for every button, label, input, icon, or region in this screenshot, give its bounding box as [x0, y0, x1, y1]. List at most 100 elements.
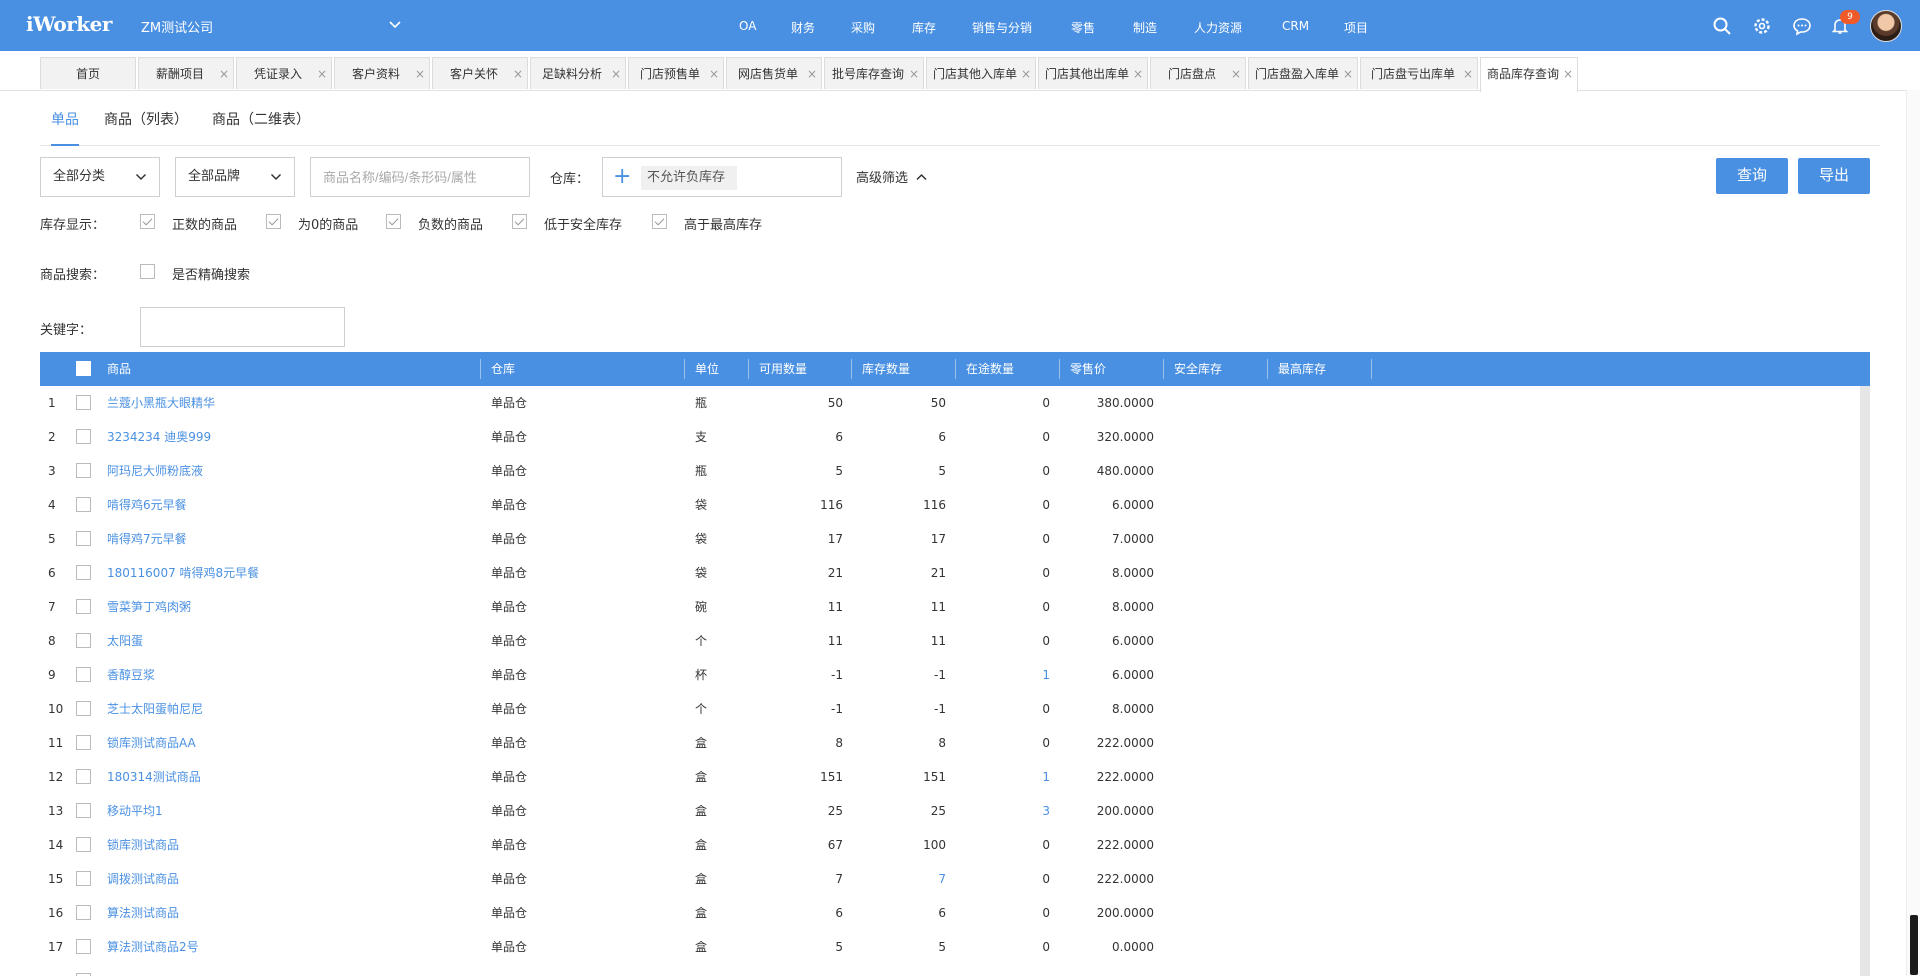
table-row[interactable]: 4 啃得鸡6元早餐 单品仓 袋 116 116 0 6.0000 [40, 488, 1860, 522]
tab-store-other-outbound[interactable]: 门店其他出库单 × [1038, 57, 1148, 89]
table-row[interactable]: 2 3234234 迪奥999 单品仓 支 6 6 0 320.0000 [40, 420, 1860, 454]
product-name-link[interactable]: 阿玛尼大师粉底液 [107, 454, 203, 488]
product-name-link[interactable]: 调拨测试商品 [107, 862, 179, 896]
table-row[interactable]: 1 兰蔻小黑瓶大眼精华 单品仓 瓶 50 50 0 380.0000 [40, 386, 1860, 420]
product-name-link[interactable]: 香醇豆浆 [107, 658, 155, 692]
close-icon[interactable]: × [1463, 58, 1473, 90]
close-icon[interactable]: × [1231, 58, 1241, 90]
keyword-input[interactable] [140, 307, 345, 347]
table-scrollbar[interactable] [1860, 386, 1870, 976]
nav-sales[interactable]: 销售与分销 [972, 19, 1032, 36]
close-icon[interactable]: × [1343, 58, 1353, 90]
table-row[interactable]: 6 180116007 啃得鸡8元早餐 单品仓 袋 21 21 0 8.0000 [40, 556, 1860, 590]
chat-icon[interactable] [1792, 16, 1812, 36]
tab-customer-care[interactable]: 客户关怀 × [432, 57, 528, 89]
product-name-link[interactable]: 兰蔻小黑瓶大眼精华 [107, 386, 215, 420]
close-icon[interactable]: × [415, 58, 425, 90]
table-row[interactable]: 15 调拨测试商品 单品仓 盒 7 7 0 222.0000 [40, 862, 1860, 896]
gear-icon[interactable] [1752, 16, 1772, 36]
col-retail-price[interactable]: 零售价 [1070, 352, 1106, 386]
row-checkbox[interactable] [76, 871, 91, 886]
tab-store-surplus-inbound[interactable]: 门店盘盈入库单 × [1248, 57, 1358, 89]
row-checkbox[interactable] [76, 735, 91, 750]
row-checkbox[interactable] [76, 531, 91, 546]
nav-project[interactable]: 项目 [1344, 19, 1368, 36]
product-name-link[interactable]: 太阳蛋 [107, 624, 143, 658]
tab-online-sales[interactable]: 网店售货单 × [726, 57, 822, 89]
close-icon[interactable]: × [1133, 58, 1143, 90]
row-checkbox[interactable] [76, 905, 91, 920]
tab-salary-items[interactable]: 薪酬项目 × [138, 57, 234, 89]
chevron-down-icon[interactable] [388, 18, 402, 32]
close-icon[interactable]: × [219, 58, 229, 90]
subtab-single-item[interactable]: 单品 [51, 110, 79, 146]
tab-shortage-analysis[interactable]: 足缺料分析 × [530, 57, 626, 89]
col-max-stock[interactable]: 最高库存 [1278, 352, 1326, 386]
tab-home[interactable]: 首页 [40, 57, 136, 89]
query-button[interactable]: 查询 [1716, 158, 1788, 194]
select-all-checkbox[interactable] [76, 361, 91, 376]
positive-stock-checkbox[interactable] [140, 214, 155, 229]
subtab-product-list[interactable]: 商品（列表） [104, 110, 188, 146]
row-checkbox[interactable] [76, 395, 91, 410]
row-checkbox[interactable] [76, 803, 91, 818]
category-select[interactable]: 全部分类 [40, 157, 160, 197]
tab-customer-info[interactable]: 客户资料 × [334, 57, 430, 89]
search-input[interactable] [310, 157, 530, 197]
page-scrollbar[interactable] [1906, 90, 1920, 976]
row-checkbox[interactable] [76, 599, 91, 614]
table-row[interactable]: 16 算法测试商品 单品仓 盒 6 6 0 200.0000 [40, 896, 1860, 930]
warehouse-field[interactable]: + 不允许负库存 [602, 157, 842, 197]
below-safety-checkbox[interactable] [512, 214, 527, 229]
product-name-link[interactable]: 180314测试商品 [107, 760, 201, 794]
avatar[interactable] [1870, 10, 1902, 42]
app-logo[interactable]: iWorker [26, 12, 112, 36]
row-checkbox[interactable] [76, 565, 91, 580]
nav-hr[interactable]: 人力资源 [1194, 19, 1242, 36]
table-row[interactable]: 11 锁库测试商品AA 单品仓 盒 8 8 0 222.0000 [40, 726, 1860, 760]
col-stock-qty[interactable]: 库存数量 [862, 352, 910, 386]
row-checkbox[interactable] [76, 667, 91, 682]
col-available-qty[interactable]: 可用数量 [759, 352, 807, 386]
col-warehouse[interactable]: 仓库 [491, 352, 515, 386]
tab-store-presale[interactable]: 门店预售单 × [628, 57, 724, 89]
row-checkbox[interactable] [76, 769, 91, 784]
close-icon[interactable]: × [513, 58, 523, 90]
tab-store-other-inbound[interactable]: 门店其他入库单 × [926, 57, 1036, 89]
tab-voucher-entry[interactable]: 凭证录入 × [236, 57, 332, 89]
transit-qty-link[interactable]: 3 [966, 794, 1050, 828]
product-name-link[interactable]: 移动平均1 [107, 794, 163, 828]
subtab-product-matrix[interactable]: 商品（二维表） [212, 110, 310, 146]
product-name-link[interactable]: 锁库测试商品AA [107, 726, 196, 760]
nav-retail[interactable]: 零售 [1071, 19, 1095, 36]
above-max-checkbox[interactable] [652, 214, 667, 229]
close-icon[interactable]: × [1563, 58, 1573, 90]
row-checkbox[interactable] [76, 429, 91, 444]
close-icon[interactable]: × [807, 58, 817, 90]
product-name-link[interactable]: 芝士太阳蛋帕尼尼 [107, 692, 203, 726]
nav-finance[interactable]: 财务 [791, 19, 815, 36]
col-unit[interactable]: 单位 [695, 352, 719, 386]
product-name-link[interactable]: 啃得鸡6元早餐 [107, 488, 187, 522]
brand-select[interactable]: 全部品牌 [175, 157, 295, 197]
product-name-link[interactable]: 3234234 迪奥999 [107, 420, 211, 454]
nav-crm[interactable]: CRM [1282, 19, 1309, 33]
table-row[interactable]: 14 锁库测试商品 单品仓 盒 67 100 0 222.0000 [40, 828, 1860, 862]
table-row[interactable]: 8 太阳蛋 单品仓 个 11 11 0 6.0000 [40, 624, 1860, 658]
tab-store-stocktake[interactable]: 门店盘点 × [1150, 57, 1246, 89]
nav-purchase[interactable]: 采购 [851, 19, 875, 36]
tab-store-loss-outbound[interactable]: 门店盘亏出库单 × [1360, 57, 1478, 89]
product-name-link[interactable]: 啃得鸡7元早餐 [107, 522, 187, 556]
close-icon[interactable]: × [909, 58, 919, 90]
nav-inventory[interactable]: 库存 [912, 19, 936, 36]
tab-product-stock-query[interactable]: 商品库存查询 × [1480, 57, 1578, 92]
col-product[interactable]: 商品 [107, 352, 131, 386]
zero-stock-checkbox[interactable] [266, 214, 281, 229]
row-checkbox[interactable] [76, 497, 91, 512]
table-row[interactable]: 12 180314测试商品 单品仓 盒 151 151 1 222.0000 [40, 760, 1860, 794]
table-row-partial[interactable] [40, 964, 1860, 976]
advanced-filter-toggle[interactable]: 高级筛选 [856, 167, 927, 186]
nav-oa[interactable]: OA [739, 19, 756, 33]
product-name-link[interactable]: 180116007 啃得鸡8元早餐 [107, 556, 259, 590]
tab-batch-stock-query[interactable]: 批号库存查询 × [824, 57, 924, 89]
